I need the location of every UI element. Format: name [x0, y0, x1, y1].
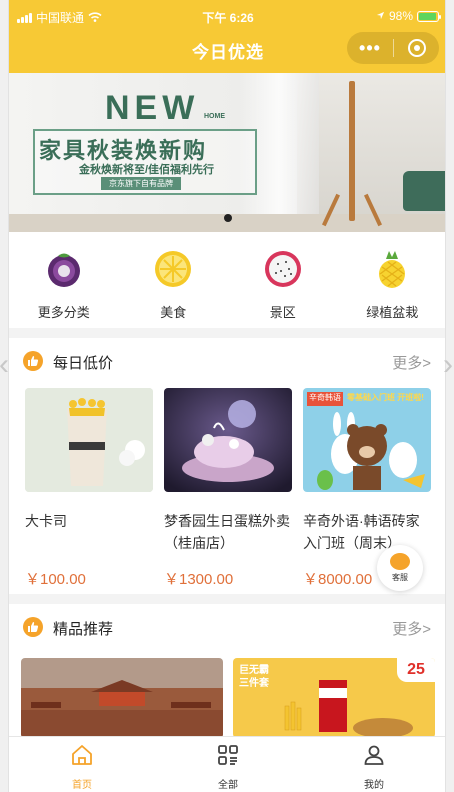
category-plants[interactable]: 绿植盆栽 — [338, 232, 446, 328]
chat-face-icon — [390, 553, 410, 570]
coat-rack-image — [349, 81, 355, 221]
category-label: 美食 — [160, 305, 187, 320]
battery-percent: 98% — [388, 9, 413, 23]
user-icon — [362, 743, 386, 772]
carousel-indicator[interactable] — [224, 214, 232, 222]
customer-service-button[interactable]: 客服 — [377, 545, 423, 591]
featured-card-palace[interactable] — [21, 658, 223, 738]
product-image: 辛奇韩语 零基础入门班 开班啦! — [303, 388, 431, 492]
section-header: 精品推荐 更多> — [9, 604, 445, 650]
home-icon — [70, 743, 94, 772]
tab-all[interactable]: 全部 — [155, 737, 301, 792]
product-image — [25, 388, 153, 492]
section-title: 精品推荐 — [53, 621, 114, 638]
category-scenic[interactable]: 景区 — [228, 232, 338, 328]
banner-new-text: NEW — [105, 89, 200, 127]
product-card[interactable]: 梦香园生日蛋糕外卖（桂庙店） ￥1300.00 — [164, 388, 292, 589]
more-link[interactable]: 更多> — [392, 618, 431, 639]
category-more[interactable]: 更多分类 — [9, 232, 119, 328]
banner-subline: 金秋焕新将至/佳佰福利先行 — [79, 164, 215, 176]
battery-icon — [417, 10, 441, 22]
featured-card-meal[interactable]: 巨无霸三件套 25 — [233, 658, 435, 738]
tab-home[interactable]: 首页 — [9, 737, 155, 792]
pineapple-icon — [372, 249, 412, 289]
thumbs-up-icon — [23, 351, 43, 371]
grid-icon — [216, 743, 240, 772]
ellipsis-icon[interactable]: ••• — [347, 32, 393, 64]
category-grid: 更多分类 美食 景区 绿植盆栽 — [9, 232, 446, 328]
tab-mine[interactable]: 我的 — [301, 737, 445, 792]
section-header: 每日低价 更多> — [9, 338, 445, 384]
category-food[interactable]: 美食 — [119, 232, 229, 328]
target-icon[interactable] — [394, 39, 439, 57]
product-name: 大卡司 — [25, 513, 67, 529]
dragonfruit-icon — [263, 249, 303, 289]
top-bar: 中国联通 下午 6:26 98% 今日优选 ••• — [9, 0, 445, 73]
product-card[interactable]: 大卡司 ￥100.00 — [25, 388, 153, 589]
app-frame: 中国联通 下午 6:26 98% 今日优选 ••• NEW HOME 家具秋装焕… — [8, 0, 446, 792]
thumbs-up-icon — [23, 617, 43, 637]
capsule-menu: ••• — [347, 32, 439, 64]
banner-home-text: HOME — [204, 113, 225, 120]
status-bar: 中国联通 下午 6:26 98% — [9, 0, 445, 32]
featured-section: 精品推荐 更多> 巨无霸三件套 25 — [9, 604, 445, 744]
category-label: 绿植盆栽 — [366, 305, 419, 320]
location-arrow-icon — [376, 9, 385, 23]
product-image — [164, 388, 292, 492]
product-price: ￥100.00 — [25, 571, 86, 588]
sofa-image — [403, 171, 445, 211]
tab-bar: 首页 全部 我的 — [9, 736, 445, 792]
category-label: 更多分类 — [37, 305, 90, 320]
product-price: ￥1300.00 — [164, 571, 234, 588]
tab-label: 全部 — [218, 780, 238, 791]
section-title: 每日低价 — [53, 355, 114, 372]
chevron-left-icon: ‹ — [0, 348, 9, 381]
chevron-right-icon: › — [443, 348, 453, 381]
mangosteen-icon — [44, 249, 84, 289]
tab-label: 我的 — [364, 780, 384, 791]
lemon-icon — [153, 249, 193, 289]
promo-banner[interactable]: NEW HOME 家具秋装焕新购 金秋焕新将至/佳佰福利先行 京东旗下自有品牌 — [9, 73, 445, 232]
category-label: 景区 — [269, 305, 296, 320]
banner-tag: 京东旗下自有品牌 — [101, 177, 181, 190]
more-link[interactable]: 更多> — [392, 352, 431, 373]
customer-service-label: 客服 — [392, 573, 408, 582]
tab-label: 首页 — [72, 780, 92, 791]
product-name: 梦香园生日蛋糕外卖（桂庙店） — [164, 513, 290, 551]
